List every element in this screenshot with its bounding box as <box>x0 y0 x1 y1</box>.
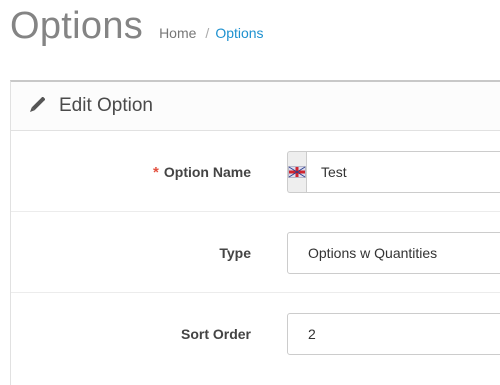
option-name-label: * Option Name <box>153 132 251 212</box>
page-title: Options <box>10 5 144 47</box>
language-addon <box>287 151 306 193</box>
required-mark: * <box>153 163 159 181</box>
breadcrumb: Home / Options <box>159 25 264 41</box>
breadcrumb-home-link[interactable]: Home <box>159 25 196 41</box>
panel-heading: Edit Option <box>11 82 500 131</box>
type-select[interactable] <box>287 232 500 274</box>
option-name-input-group <box>287 151 500 193</box>
sort-order-input[interactable] <box>287 313 500 355</box>
sort-order-label: Sort Order <box>180 326 251 342</box>
page-header: Options Home / Options <box>10 0 264 60</box>
panel-title: Edit Option <box>59 95 153 116</box>
breadcrumb-options-link[interactable]: Options <box>215 25 263 41</box>
pencil-icon <box>27 96 46 115</box>
sort-order-input-wrap <box>287 313 500 355</box>
sort-order-row: Sort Order <box>11 294 500 374</box>
option-name-row: * Option Name <box>11 132 500 212</box>
option-name-label-text: Option Name <box>163 164 251 180</box>
type-label: Type <box>219 245 251 261</box>
flag-icon <box>288 166 306 178</box>
option-name-input[interactable] <box>306 151 500 193</box>
type-select-wrap <box>287 232 500 274</box>
breadcrumb-separator: / <box>205 25 210 41</box>
edit-option-panel: Edit Option * Option Name Type <box>10 80 500 385</box>
type-row: Type <box>11 213 500 293</box>
